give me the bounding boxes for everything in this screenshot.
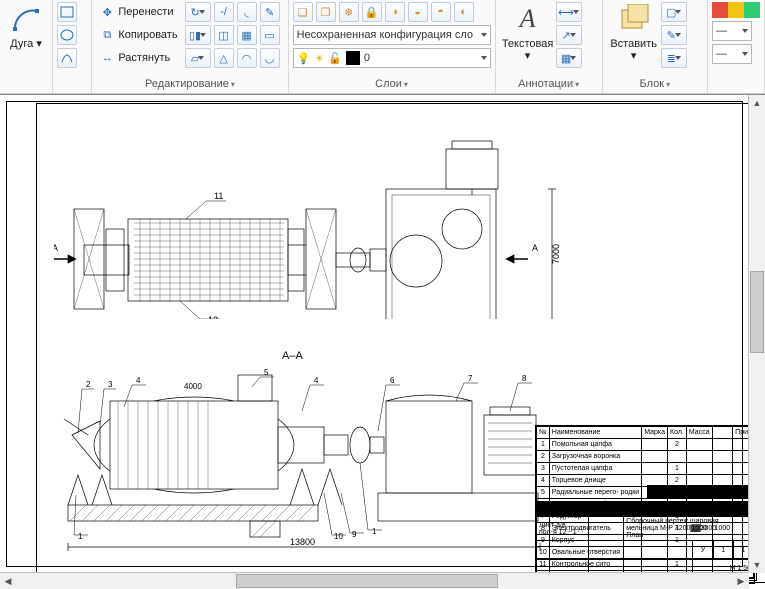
layer-off-button[interactable]: ◑ (385, 2, 405, 22)
svg-text:4: 4 (136, 376, 141, 385)
panel-shapes (53, 0, 92, 93)
erase-button[interactable]: ✎ (260, 2, 280, 22)
layer-color-swatch (346, 51, 360, 65)
scroll-down-icon[interactable]: ▼ (749, 557, 765, 573)
arc-label: Дуга (10, 38, 33, 50)
svg-text:3: 3 (108, 380, 113, 389)
panel-arc: Дуга ▾ (0, 0, 53, 93)
svg-text:1: 1 (78, 532, 83, 541)
copy-icon: ⧉ (99, 27, 115, 43)
svg-text:А–А: А–А (282, 350, 303, 362)
move-button[interactable]: ✥Перенести (96, 2, 180, 22)
mirror-button[interactable]: ▯▮ (185, 25, 211, 45)
arc-icon (9, 2, 43, 36)
lineweight-combo[interactable]: — (712, 21, 752, 41)
text-icon: A (511, 2, 545, 36)
svg-text:10: 10 (334, 532, 343, 541)
table-row: 1Помольная цапфа2 (537, 439, 765, 451)
titleblock-redact-2 (647, 485, 755, 499)
scrollbar-horizontal[interactable]: ◀ ▶ (0, 572, 749, 589)
layer-match-button[interactable]: ◒ (408, 2, 428, 22)
dimension-button[interactable]: ⟷ (556, 2, 582, 22)
titleblock-redact-1 (537, 501, 755, 515)
svg-text:8: 8 (522, 374, 527, 383)
insert-button[interactable]: Вставить▾ (607, 2, 661, 62)
layer-config-combo[interactable]: Несохраненная конфигурация сло (293, 25, 491, 45)
svg-text:4000: 4000 (184, 382, 202, 391)
layer-iso-button[interactable]: ❐ (316, 2, 336, 22)
scale-button[interactable]: ▱ (185, 48, 211, 68)
panel-edit: ✥Перенести ⧉Копировать ↔Растянуть ↻ -/ ◟… (92, 0, 288, 93)
panel-block: Вставить▾ ▢ ✎ ≣ Блок▾ (603, 0, 708, 93)
join-button[interactable]: ◡ (260, 48, 280, 68)
layer-lock-button[interactable]: 🔒 (362, 2, 382, 22)
panel-edit-title[interactable]: Редактирование▾ (96, 76, 283, 93)
panel-annotations-title[interactable]: Аннотации▾ (500, 76, 598, 93)
bulb-icon: 💡 (297, 52, 311, 65)
explode-button[interactable]: ▭ (260, 25, 280, 45)
text-button[interactable]: A Текстовая▾ (500, 2, 556, 62)
svg-text:7000: 7000 (551, 244, 561, 264)
lock-icon: 🔓 (328, 52, 342, 65)
chamfer-button[interactable]: △ (214, 48, 234, 68)
svg-text:4: 4 (314, 376, 319, 385)
layer-current-combo[interactable]: 💡 ☀ 🔓 0 (293, 48, 491, 68)
layer-prev-button[interactable]: ◐ (454, 2, 474, 22)
svg-text:9: 9 (352, 530, 357, 539)
layer-freeze-button[interactable]: ❄ (339, 2, 359, 22)
scroll-right-icon[interactable]: ▶ (733, 573, 749, 589)
rectangle-icon[interactable] (57, 2, 77, 22)
ribbon: Дуга ▾ ✥Перенести ⧉Копировать ↔Растянуть (0, 0, 765, 94)
drawing-canvas[interactable]: 11 12 7000 А А А–А (0, 94, 765, 589)
layer-props-button[interactable]: ❏ (293, 2, 313, 22)
svg-text:А: А (54, 243, 58, 253)
break-button[interactable]: ◠ (237, 48, 257, 68)
scroll-left-icon[interactable]: ◀ (0, 573, 16, 589)
stretch-icon: ↔ (99, 50, 115, 66)
panel-annotations: A Текстовая▾ ⟷ ↗ ▦ Аннотации▾ (496, 0, 603, 93)
move-icon: ✥ (99, 4, 115, 20)
ellipse-icon[interactable] (57, 25, 77, 45)
array-button[interactable]: ▦ (237, 25, 257, 45)
table-button[interactable]: ▦ (556, 48, 582, 68)
svg-text:7: 7 (468, 374, 473, 383)
svg-text:6: 6 (390, 376, 395, 385)
svg-text:13800: 13800 (290, 537, 315, 547)
arc-button[interactable]: Дуга ▾ (4, 2, 48, 50)
svg-text:1: 1 (372, 527, 377, 536)
panel-layers: ❏ ❐ ❄ 🔒 ◑ ◒ ◓ ◐ Несохраненная конфигурац… (289, 0, 496, 93)
offset-button[interactable]: ◫ (214, 25, 234, 45)
insert-icon (617, 2, 651, 36)
panel-layers-title[interactable]: Слои▾ (293, 76, 491, 93)
rotate-button[interactable]: ↻ (185, 2, 211, 22)
color-picker[interactable] (712, 2, 760, 18)
trim-button[interactable]: -/ (214, 2, 234, 22)
leader-button[interactable]: ↗ (556, 25, 582, 45)
block-attr-button[interactable]: ≣ (661, 48, 687, 68)
svg-text:5: 5 (264, 368, 269, 377)
table-row: 2Загрузочная воронка (537, 451, 765, 463)
svg-text:11: 11 (214, 191, 223, 201)
stretch-button[interactable]: ↔Растянуть (96, 48, 180, 68)
svg-text:А: А (532, 243, 538, 253)
panel-properties: — — (708, 0, 765, 93)
block-edit-button[interactable]: ✎ (661, 25, 687, 45)
copy-button[interactable]: ⧉Копировать (96, 25, 180, 45)
circle-icon[interactable] (57, 48, 77, 68)
fillet-button[interactable]: ◟ (237, 2, 257, 22)
table-row: 3Пустотелая цапфа1 (537, 463, 765, 475)
title-block: Лист а/впол-я 12 - 1 Сборочный чертеж ша… (535, 515, 755, 579)
panel-block-title[interactable]: Блок▾ (607, 76, 703, 93)
scrollbar-vertical[interactable]: ▲ ▼ (748, 95, 765, 573)
layer-walk-button[interactable]: ◓ (431, 2, 451, 22)
scroll-thumb-v[interactable] (750, 271, 764, 353)
scroll-thumb-h[interactable] (236, 574, 498, 588)
scroll-up-icon[interactable]: ▲ (749, 95, 765, 111)
svg-text:12: 12 (208, 315, 218, 319)
sun-icon: ☀ (314, 52, 324, 65)
svg-text:2: 2 (86, 380, 91, 389)
block-create-button[interactable]: ▢ (661, 2, 687, 22)
linetype-combo[interactable]: — (712, 44, 752, 64)
